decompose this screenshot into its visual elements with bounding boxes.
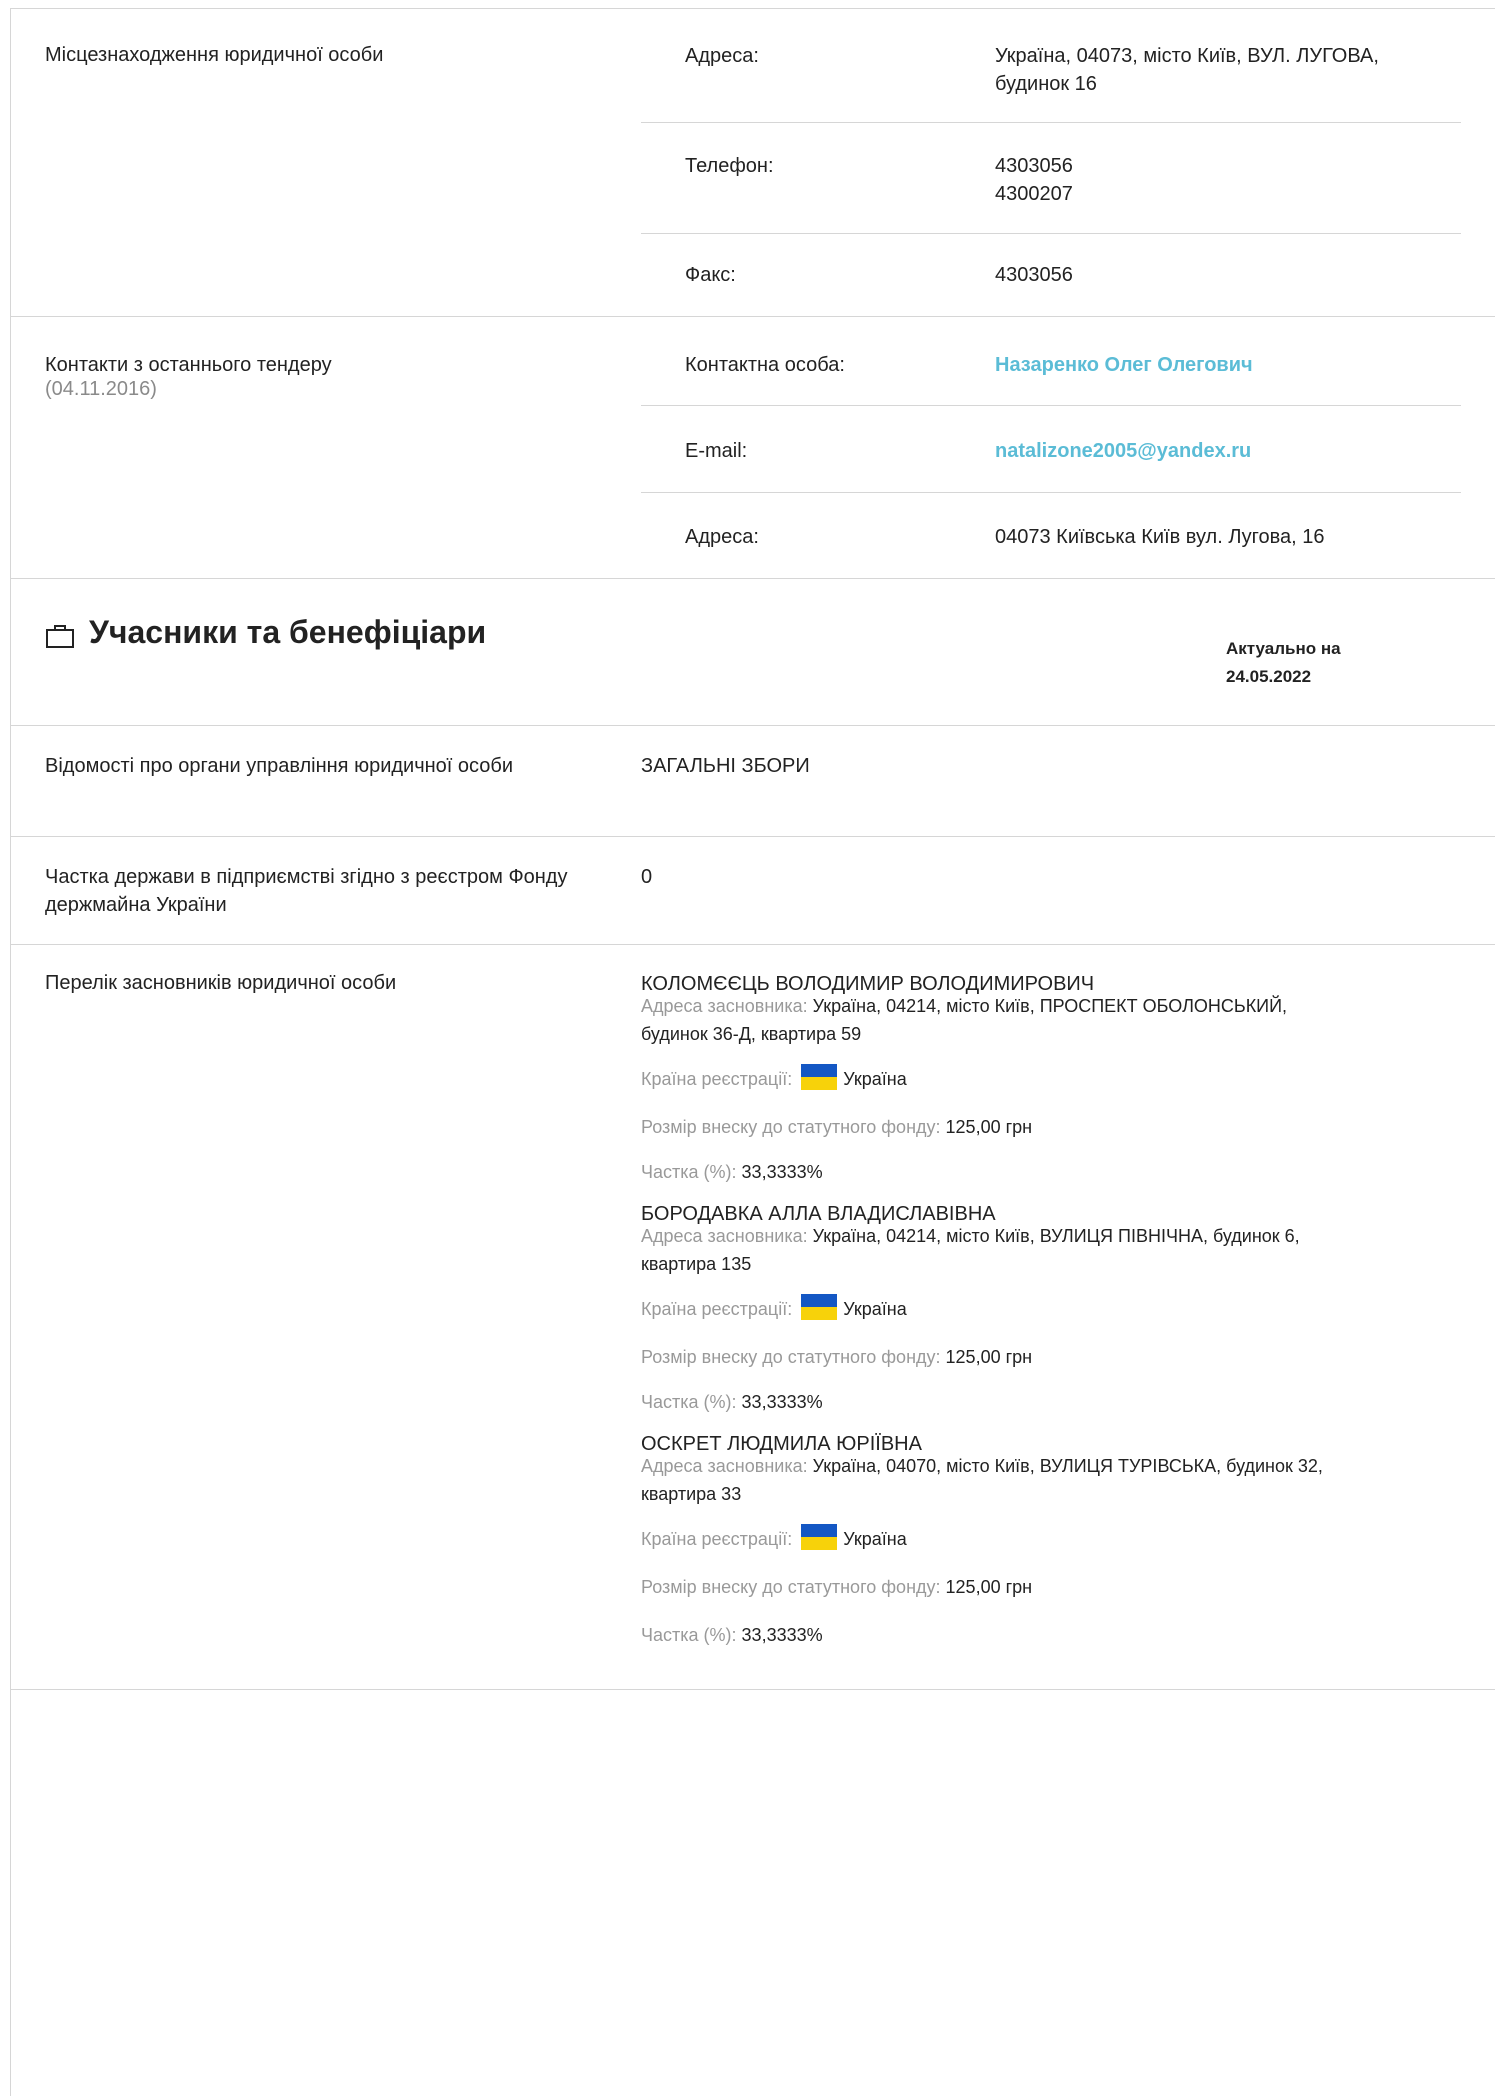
founder-share-label: Частка (%):: [641, 1162, 737, 1182]
founder-address-label: Адреса засновника:: [641, 1226, 808, 1246]
founder-contribution: Розмір внеску до статутного фонду: 125,0…: [641, 1573, 1461, 1601]
fax-value: 4303056: [995, 264, 1073, 286]
founder-address: Адреса засновника: Україна, 04214, місто…: [641, 1222, 1461, 1278]
contact-address-key: Адреса:: [685, 526, 759, 548]
founder-address: Адреса засновника: Україна, 04070, місто…: [641, 1452, 1461, 1508]
founder-contribution-value: 125,00 грн: [945, 1117, 1033, 1137]
founder-contribution-label: Розмір внеску до статутного фонду:: [641, 1347, 941, 1367]
ukraine-flag-icon: [801, 1524, 838, 1550]
fax-key: Факс:: [685, 264, 736, 286]
phone-line-1: 4303056: [995, 155, 1073, 177]
founder-country-value: Україна: [843, 1529, 907, 1549]
state-share-value: 0: [641, 866, 653, 888]
actual-label: Актуально на: [1226, 639, 1341, 658]
founder-share-value: 33,3333%: [741, 1392, 823, 1412]
founder-address-label: Адреса засновника:: [641, 996, 808, 1016]
section-title: Учасники та бенефіціари: [45, 614, 486, 651]
email-link[interactable]: natalizone2005@yandex.ru: [995, 437, 1425, 465]
content-frame: Місцезнаходження юридичної особи Адреса:…: [10, 8, 1495, 2096]
contact-email-row: E-mail: natalizone2005@yandex.ru: [641, 405, 1461, 493]
contacts-date: (04.11.2016): [45, 378, 157, 400]
founders-row: Перелік засновників юридичної особи КОЛО…: [11, 945, 1495, 1690]
contacts-details: Контактна особа: Назаренко Олег Олегович…: [641, 317, 1461, 579]
state-share-row: Частка держави в підприємстві згідно з р…: [11, 837, 1495, 945]
founder-item-1: КОЛОМЄЄЦЬ ВОЛОДИМИР ВОЛОДИМИРОВИЧ Адреса…: [641, 972, 1461, 1183]
founder-address-line2: квартира 135: [641, 1254, 752, 1274]
briefcase-icon: [45, 620, 75, 648]
address-key: Адреса:: [685, 45, 759, 67]
founder-contribution-label: Розмір внеску до статутного фонду:: [641, 1577, 941, 1597]
founder-contribution: Розмір внеску до статутного фонду: 125,0…: [641, 1113, 1461, 1141]
founder-country: Країна реєстрації: Україна: [641, 1064, 1461, 1093]
founder-address-label: Адреса засновника:: [641, 1456, 808, 1476]
contact-address-value: 04073 Київська Київ вул. Лугова, 16: [995, 526, 1325, 548]
contact-address-row: Адреса: 04073 Київська Київ вул. Лугова,…: [641, 492, 1461, 579]
governance-label: Відомості про органи управління юридично…: [45, 755, 514, 777]
contact-person-key: Контактна особа:: [685, 354, 845, 376]
founder-contribution: Розмір внеску до статутного фонду: 125,0…: [641, 1343, 1461, 1371]
contact-person-row: Контактна особа: Назаренко Олег Олегович: [641, 317, 1461, 406]
location-address-row: Адреса: Україна, 04073, місто Київ, ВУЛ.…: [641, 9, 1461, 123]
founder-address: Адреса засновника: Україна, 04214, місто…: [641, 992, 1461, 1048]
contact-person-link[interactable]: Назаренко Олег Олегович: [995, 351, 1425, 379]
founder-contribution-value: 125,00 грн: [945, 1577, 1033, 1597]
founder-country: Країна реєстрації: Україна: [641, 1294, 1461, 1323]
contacts-label: Контакти з останнього тендеру (04.11.201…: [45, 351, 332, 403]
founder-address-line2: квартира 33: [641, 1484, 742, 1504]
location-details: Адреса: Україна, 04073, місто Київ, ВУЛ.…: [641, 9, 1461, 317]
section-title-text: Учасники та бенефіціари: [89, 614, 487, 650]
governance-value: ЗАГАЛЬНІ ЗБОРИ: [641, 755, 810, 777]
address-value: Україна, 04073, місто Київ, ВУЛ. ЛУГОВА,…: [995, 45, 1379, 95]
governance-row: Відомості про органи управління юридично…: [11, 726, 1495, 837]
founder-address-line1: Україна, 04214, місто Київ, ПРОСПЕКТ ОБО…: [812, 996, 1288, 1016]
phone-key: Телефон:: [685, 155, 774, 177]
ukraine-flag-icon: [801, 1294, 838, 1320]
founder-country-value: Україна: [843, 1299, 907, 1319]
founder-share: Частка (%): 33,3333%: [641, 1391, 1461, 1413]
location-fax-row: Факс: 4303056: [641, 233, 1461, 317]
email-key: E-mail:: [685, 440, 748, 462]
founder-contribution-label: Розмір внеску до статутного фонду:: [641, 1117, 941, 1137]
founder-share: Частка (%): 33,3333%: [641, 1161, 1461, 1183]
founder-country-value: Україна: [843, 1069, 907, 1089]
phone-line-2: 4300207: [995, 183, 1073, 205]
founder-country-label: Країна реєстрації:: [641, 1299, 793, 1319]
phone-value: 4303056 4300207: [995, 152, 1425, 208]
location-row: Місцезнаходження юридичної особи Адреса:…: [11, 9, 1495, 317]
founder-address-line1: Україна, 04070, місто Київ, ВУЛИЦЯ ТУРІВ…: [812, 1456, 1323, 1476]
founder-item-2: БОРОДАВКА АЛЛА ВЛАДИСЛАВІВНА Адреса засн…: [641, 1202, 1461, 1413]
founders-label: Перелік засновників юридичної особи: [45, 972, 397, 994]
actual-date-block: Актуально на 24.05.2022: [1226, 635, 1341, 691]
founder-share-label: Частка (%):: [641, 1392, 737, 1412]
state-share-label: Частка держави в підприємстві згідно з р…: [45, 866, 568, 916]
founder-contribution-value: 125,00 грн: [945, 1347, 1033, 1367]
location-label: Місцезнаходження юридичної особи: [45, 44, 384, 66]
founder-address-line2: будинок 36-Д, квартира 59: [641, 1024, 862, 1044]
founder-address-line1: Україна, 04214, місто Київ, ВУЛИЦЯ ПІВНІ…: [812, 1226, 1300, 1246]
location-phone-row: Телефон: 4303056 4300207: [641, 122, 1461, 234]
founder-share-label: Частка (%):: [641, 1625, 737, 1645]
ukraine-flag-icon: [801, 1064, 838, 1090]
founder-share: Частка (%): 33,3333%: [641, 1621, 1461, 1649]
founder-item-3: ОСКРЕТ ЛЮДМИЛА ЮРІЇВНА Адреса засновника…: [641, 1432, 1461, 1649]
founder-country: Країна реєстрації: Україна: [641, 1524, 1461, 1553]
actual-date: 24.05.2022: [1226, 667, 1312, 686]
founder-share-value: 33,3333%: [741, 1625, 823, 1645]
contacts-row: Контакти з останнього тендеру (04.11.201…: [11, 317, 1495, 579]
founder-share-value: 33,3333%: [741, 1162, 823, 1182]
founder-country-label: Країна реєстрації:: [641, 1529, 793, 1549]
founder-country-label: Країна реєстрації:: [641, 1069, 793, 1089]
